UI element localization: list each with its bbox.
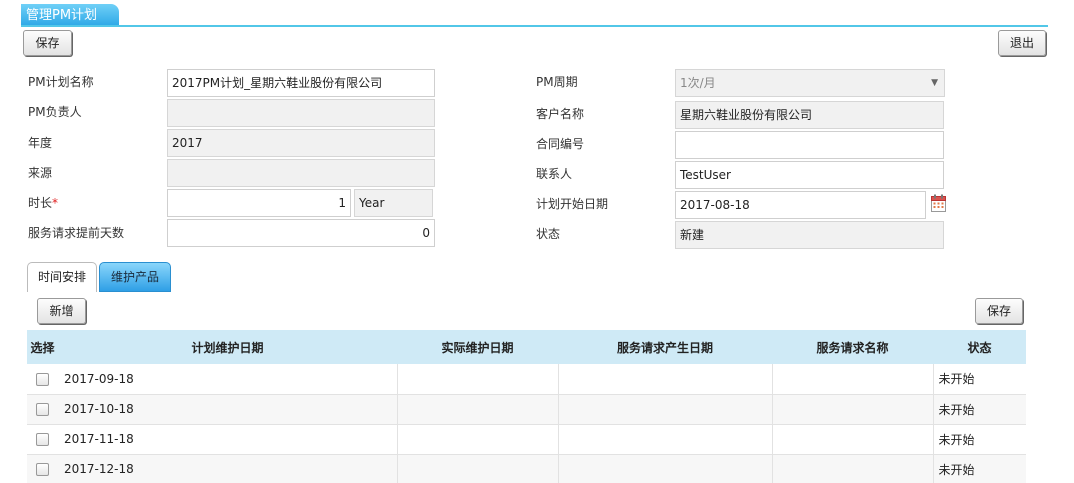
contact-label: 联系人 bbox=[536, 167, 573, 181]
tab-products[interactable]: 维护产品 bbox=[99, 262, 171, 292]
row-select-cell[interactable] bbox=[27, 364, 58, 395]
chevron-down-icon: ▼ bbox=[931, 78, 938, 88]
request-date-cell bbox=[558, 364, 773, 395]
row-select-cell[interactable] bbox=[27, 424, 58, 455]
contract-no-label: 合同编号 bbox=[536, 137, 585, 151]
planned-date-cell: 2017-09-18 bbox=[58, 364, 398, 395]
schedule-table: 选择 计划维护日期 实际维护日期 服务请求产生日期 服务请求名称 状态 2017… bbox=[27, 330, 1026, 483]
plan-name-label: PM计划名称 bbox=[28, 75, 94, 89]
start-date-label: 计划开始日期 bbox=[536, 197, 609, 211]
status-label: 状态 bbox=[536, 227, 561, 241]
status-cell: 未开始 bbox=[933, 454, 1026, 483]
table-row[interactable]: 2017-12-18 未开始 bbox=[27, 454, 1026, 483]
status-cell: 未开始 bbox=[933, 394, 1026, 425]
table-row[interactable]: 2017-11-18 未开始 bbox=[27, 424, 1026, 455]
year-label: 年度 bbox=[28, 136, 53, 150]
planned-date-cell: 2017-11-18 bbox=[58, 424, 398, 455]
table-row[interactable]: 2017-10-18 未开始 bbox=[27, 394, 1026, 425]
cycle-label: PM周期 bbox=[536, 75, 578, 89]
cycle-select-value: 1次/月 bbox=[680, 76, 716, 90]
source-label: 来源 bbox=[28, 166, 53, 180]
header-divider bbox=[21, 25, 1048, 27]
required-mark: * bbox=[52, 196, 59, 210]
save-button[interactable]: 保存 bbox=[23, 30, 72, 56]
cycle-select[interactable]: 1次/月 ▼ bbox=[675, 69, 945, 97]
owner-label: PM负责人 bbox=[28, 105, 82, 119]
row-select-cell[interactable] bbox=[27, 454, 58, 483]
schedule-save-button[interactable]: 保存 bbox=[975, 298, 1023, 324]
status-input: 新建 bbox=[675, 221, 944, 249]
duration-unit: Year bbox=[354, 189, 433, 217]
calendar-icon[interactable] bbox=[931, 194, 946, 212]
page-title: 管理PM计划 bbox=[21, 4, 119, 27]
col-planned-date[interactable]: 计划维护日期 bbox=[58, 330, 397, 364]
row-checkbox[interactable] bbox=[36, 433, 49, 446]
request-date-cell bbox=[558, 394, 773, 425]
request-name-cell bbox=[772, 424, 934, 455]
advance-days-input[interactable]: 0 bbox=[167, 219, 435, 247]
duration-label-text: 时长 bbox=[28, 196, 53, 210]
table-header: 选择 计划维护日期 实际维护日期 服务请求产生日期 服务请求名称 状态 bbox=[27, 330, 1026, 364]
row-checkbox[interactable] bbox=[36, 372, 49, 386]
table-row[interactable]: 2017-09-18 未开始 bbox=[27, 364, 1026, 395]
add-button[interactable]: 新增 bbox=[37, 298, 86, 324]
col-request-name[interactable]: 服务请求名称 bbox=[772, 330, 933, 364]
source-input[interactable] bbox=[167, 159, 435, 187]
col-select[interactable]: 选择 bbox=[27, 330, 58, 364]
duration-input[interactable]: 1 bbox=[167, 189, 351, 217]
actual-date-cell bbox=[397, 454, 559, 483]
request-name-cell bbox=[772, 364, 934, 395]
row-select-cell[interactable] bbox=[27, 394, 58, 425]
actual-date-cell bbox=[397, 364, 559, 395]
request-name-cell bbox=[772, 454, 934, 483]
col-status[interactable]: 状态 bbox=[933, 330, 1026, 364]
advance-days-label: 服务请求提前天数 bbox=[28, 226, 125, 240]
col-request-date[interactable]: 服务请求产生日期 bbox=[558, 330, 772, 364]
customer-input[interactable]: 星期六鞋业股份有限公司 bbox=[675, 101, 944, 129]
actual-date-cell bbox=[397, 394, 559, 425]
col-actual-date[interactable]: 实际维护日期 bbox=[397, 330, 558, 364]
planned-date-cell: 2017-10-18 bbox=[58, 394, 398, 425]
status-cell: 未开始 bbox=[933, 364, 1026, 395]
start-date-input[interactable]: 2017-08-18 bbox=[675, 191, 926, 219]
duration-label: 时长* bbox=[28, 196, 58, 210]
exit-button[interactable]: 退出 bbox=[998, 30, 1046, 56]
year-input[interactable]: 2017 bbox=[167, 129, 435, 157]
request-name-cell bbox=[772, 394, 934, 425]
contract-no-input[interactable] bbox=[675, 131, 944, 159]
actual-date-cell bbox=[397, 424, 559, 455]
status-cell: 未开始 bbox=[933, 424, 1026, 455]
tab-schedule[interactable]: 时间安排 bbox=[27, 262, 97, 292]
owner-input[interactable] bbox=[167, 99, 435, 127]
request-date-cell bbox=[558, 454, 773, 483]
row-checkbox[interactable] bbox=[36, 403, 49, 416]
row-checkbox[interactable] bbox=[36, 463, 49, 476]
customer-label: 客户名称 bbox=[536, 107, 585, 121]
request-date-cell bbox=[558, 424, 773, 455]
contact-input[interactable]: TestUser bbox=[675, 161, 944, 189]
plan-name-input[interactable]: 2017PM计划_星期六鞋业股份有限公司 bbox=[167, 69, 435, 97]
planned-date-cell: 2017-12-18 bbox=[58, 454, 398, 483]
